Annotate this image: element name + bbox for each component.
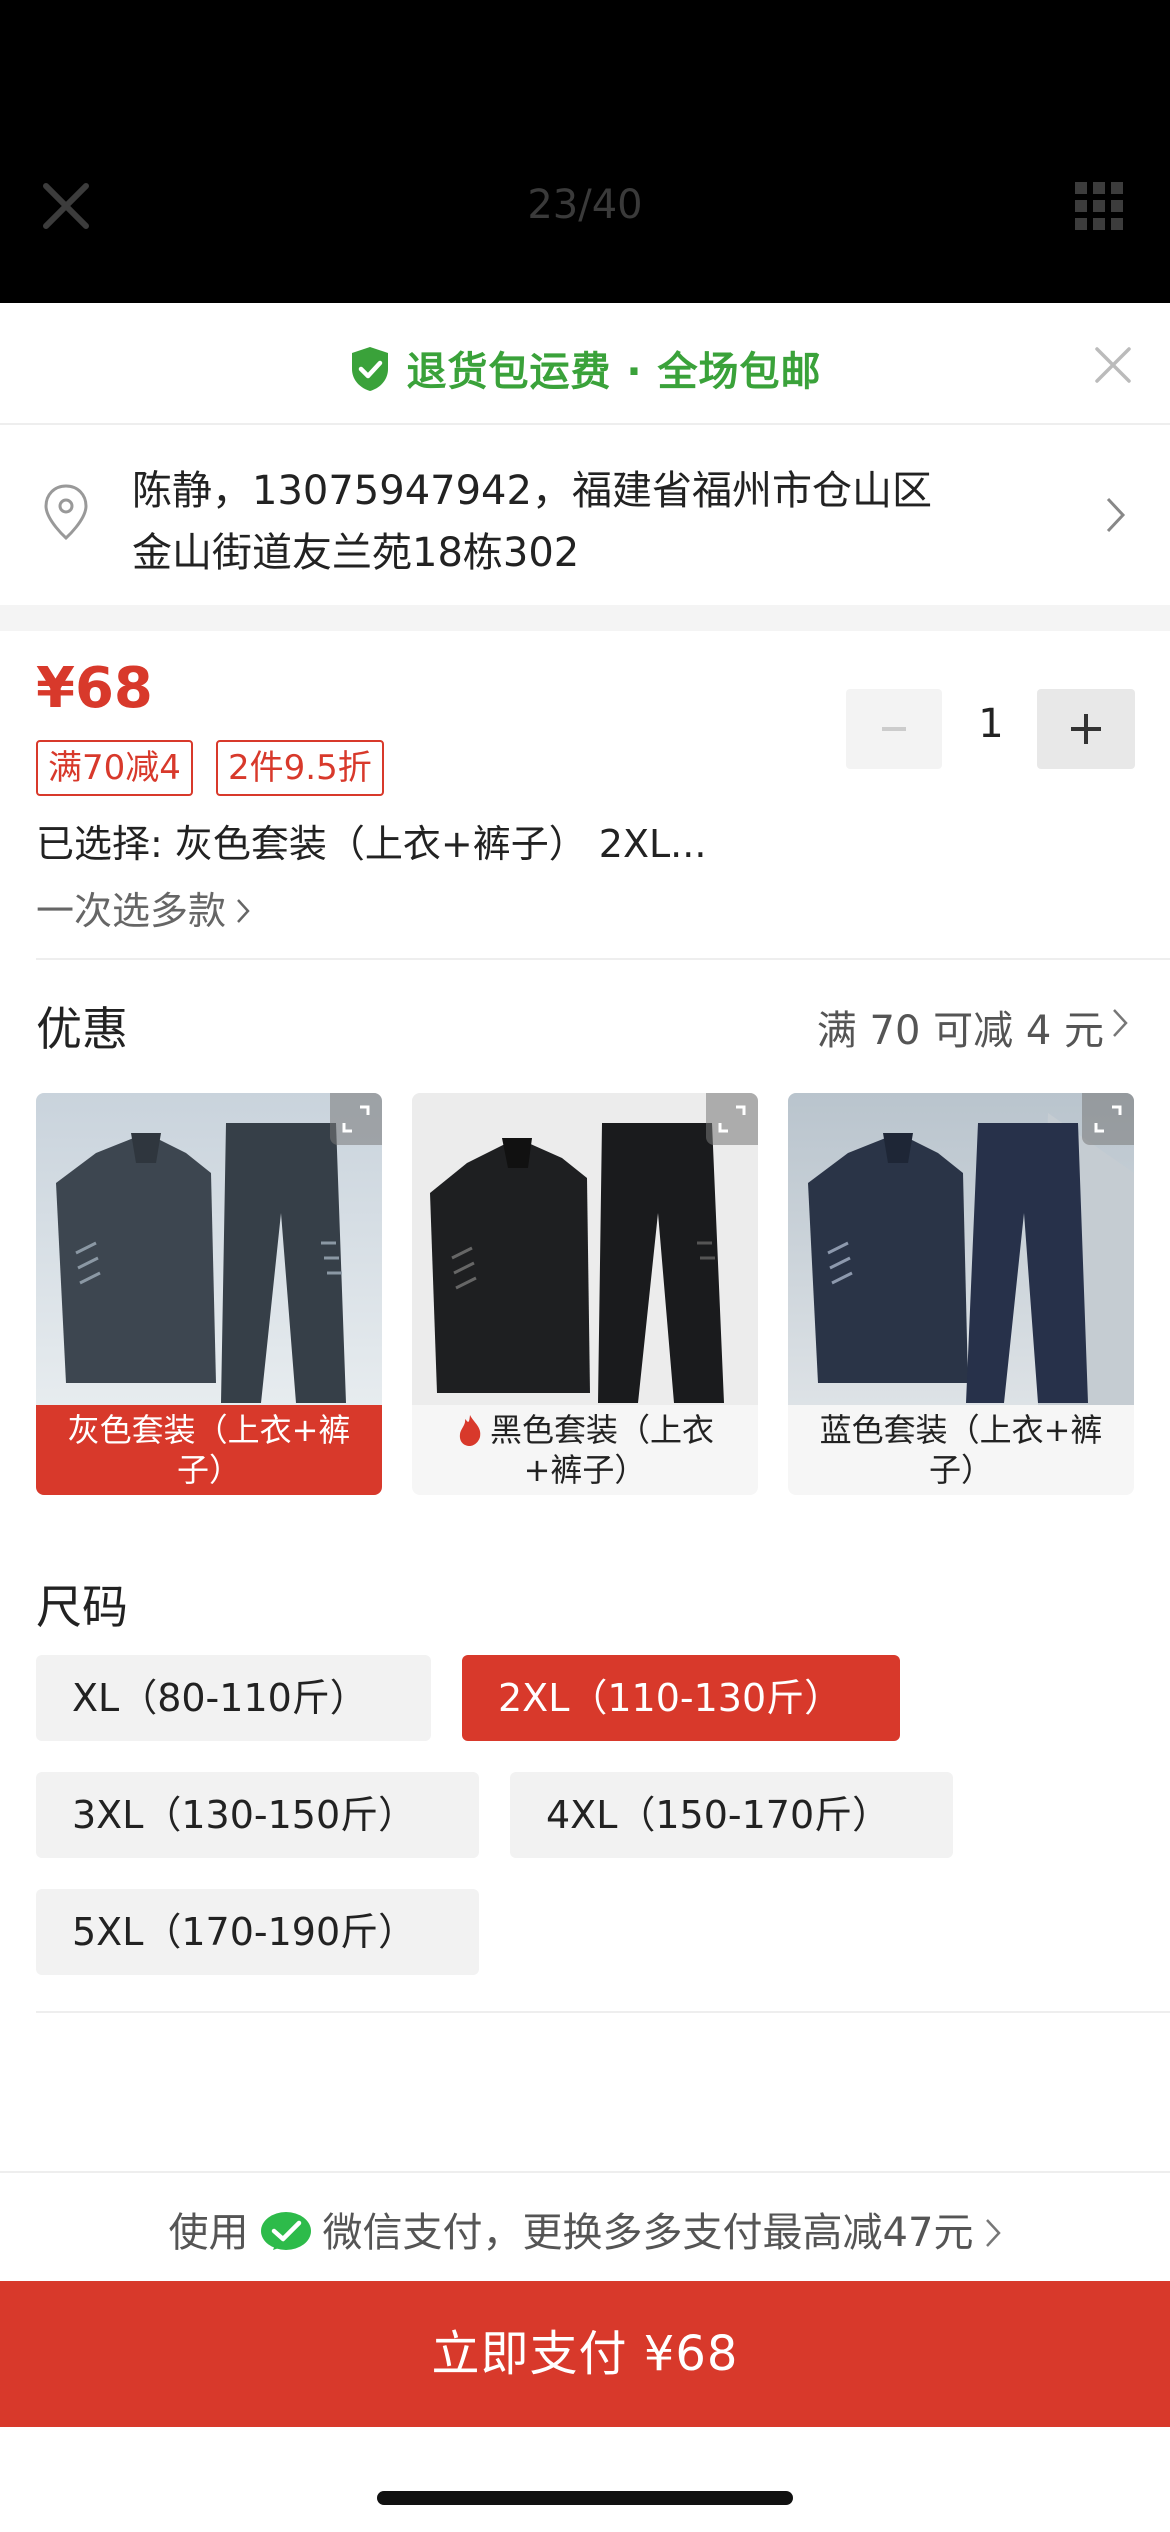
address-line: 金山街道友兰苑18栋302 <box>132 530 580 576</box>
variant-card-blue[interactable]: 蓝色套装（上衣+裤子） <box>788 1093 1134 1495</box>
minus-icon <box>882 727 906 731</box>
section-divider <box>0 605 1170 631</box>
address-line: 陈静，13075947942，福建省福州市仓山区 <box>132 468 932 514</box>
payment-method-label: 微信支付，更换多多支付最高减47元 <box>322 2210 974 2256</box>
promo-section-title: 优惠 <box>36 1002 128 1056</box>
variant-label-wrap: 黑色套装（上衣+裤子） <box>412 1405 758 1495</box>
divider <box>36 2011 1170 2013</box>
quantity-decrease-button[interactable] <box>846 689 942 769</box>
size-option[interactable]: 4XL（150-170斤） <box>510 1772 953 1858</box>
shield-check-icon <box>352 347 389 391</box>
size-section-title: 尺码 <box>36 1580 128 1634</box>
payment-method-text[interactable]: 使用 微信支付，更换多多支付最高减47元 <box>0 2200 1170 2258</box>
size-option-selected[interactable]: 2XL（110-130斤） <box>462 1655 900 1741</box>
close-icon[interactable] <box>1093 345 1133 385</box>
chevron-right-icon[interactable] <box>1105 496 1127 534</box>
expand-icon[interactable] <box>330 1093 382 1145</box>
promo-tag: 满70减4 <box>36 740 193 796</box>
size-option[interactable]: XL（80-110斤） <box>36 1655 431 1741</box>
location-pin-icon <box>44 484 88 541</box>
wechat-pay-icon <box>260 2212 311 2250</box>
quantity-increase-button[interactable] <box>1037 689 1135 769</box>
chevron-right-icon <box>237 899 250 923</box>
variant-card-gray[interactable]: 灰色套装（上衣+裤子） <box>36 1093 382 1495</box>
selected-summary: 已选择: 灰色套装（上衣+裤子） 2XL... <box>36 822 707 866</box>
size-option[interactable]: 5XL（170-190斤） <box>36 1889 479 1975</box>
expand-icon[interactable] <box>706 1093 758 1145</box>
chevron-right-icon <box>986 2219 1002 2247</box>
divider <box>36 958 1170 960</box>
flame-icon <box>459 1415 481 1446</box>
shipping-banner-text: 退货包运费 · 全场包邮 <box>406 349 822 395</box>
quantity-value: 1 <box>978 701 1004 747</box>
grid-icon[interactable] <box>1073 180 1125 232</box>
chevron-right-icon[interactable] <box>1111 1007 1129 1039</box>
multi-select-label: 一次选多款 <box>36 889 227 933</box>
plus-icon <box>1071 714 1101 744</box>
variant-card-black[interactable]: 黑色套装（上衣+裤子） <box>412 1093 758 1495</box>
expand-icon[interactable] <box>1082 1093 1134 1145</box>
viewer-top-bar: 23/40 <box>0 0 1170 303</box>
shipping-banner: 退货包运费 · 全场包邮 <box>0 303 1170 425</box>
payment-prefix: 使用 <box>168 2210 249 2256</box>
variant-label: 黑色套装（上衣+裤子） <box>489 1411 714 1489</box>
multi-select-link[interactable]: 一次选多款 <box>36 880 250 935</box>
pay-now-button[interactable]: 立即支付 ¥68 <box>0 2281 1170 2427</box>
promo-tag: 2件9.5折 <box>216 740 384 796</box>
variant-label: 蓝色套装（上衣+裤子） <box>819 1411 1103 1489</box>
image-counter: 23/40 <box>527 182 643 228</box>
price: ¥68 <box>36 656 153 721</box>
home-indicator <box>377 2491 793 2505</box>
purchase-sheet: 退货包运费 · 全场包邮 ¥68 满70减4 2件9.5折 已选择: 灰色套装（… <box>0 303 1170 2532</box>
promo-value[interactable]: 满 70 可减 4 元 <box>817 998 1104 1056</box>
variant-label: 灰色套装（上衣+裤子） <box>36 1405 382 1495</box>
size-option[interactable]: 3XL（130-150斤） <box>36 1772 479 1858</box>
